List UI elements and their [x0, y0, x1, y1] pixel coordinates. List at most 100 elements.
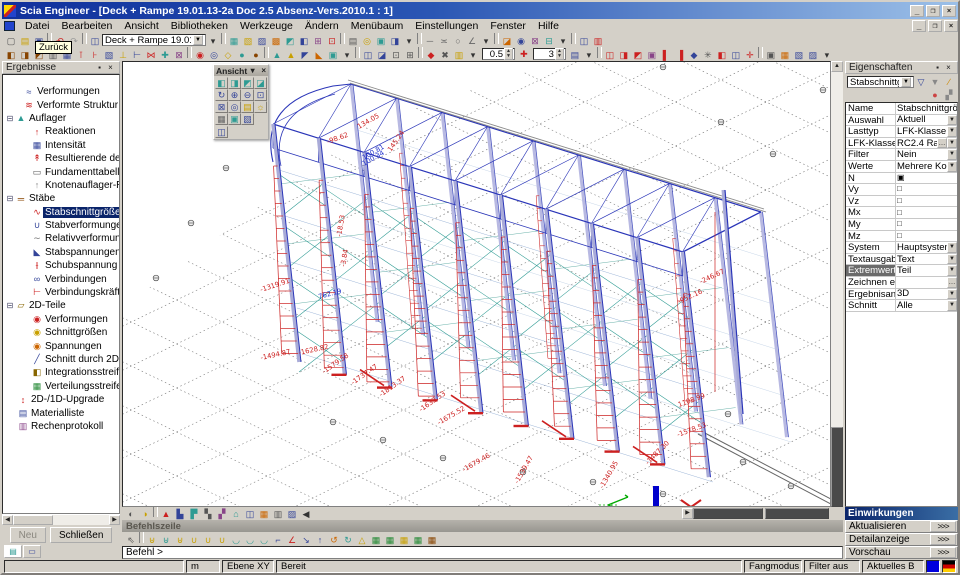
command-icon[interactable]: ◡: [243, 534, 257, 547]
toolbar-icon[interactable]: ●: [249, 49, 263, 62]
toolbar-icon[interactable]: ✚: [517, 48, 531, 61]
toolbar-icon[interactable]: ▣: [764, 49, 778, 62]
property-row[interactable]: N ▣: [846, 173, 957, 185]
command-icon[interactable]: ▦: [397, 534, 411, 547]
toolbar-icon[interactable]: ▲: [270, 49, 284, 62]
panel-tab-properties[interactable]: ▭: [23, 545, 41, 558]
close-icon[interactable]: ×: [258, 66, 269, 75]
view-tool-icon[interactable]: ↻: [215, 89, 228, 101]
dropdown-button[interactable]: ▼: [947, 126, 957, 137]
tree-item[interactable]: ◧ Integrationsstreifen: [3, 366, 119, 379]
tree-item[interactable]: ⫲ Schubspannung: [3, 259, 119, 272]
command-icon[interactable]: ▦: [425, 534, 439, 547]
toolbar-icon[interactable]: ⋈: [144, 49, 158, 62]
checkbox-icon[interactable]: □: [897, 184, 902, 194]
tree-item[interactable]: ◉ Verformungen: [3, 313, 119, 326]
toolbar-icon[interactable]: ◨: [617, 49, 631, 62]
close-icon[interactable]: ×: [105, 63, 116, 72]
toolbar-icon[interactable]: ▤: [568, 49, 582, 62]
menu-item[interactable]: Fenster: [484, 20, 532, 32]
toolbar-icon[interactable]: ⊞: [403, 49, 417, 62]
menu-item[interactable]: Ändern: [299, 20, 345, 32]
toolbar-icon[interactable]: ◎: [360, 35, 374, 48]
toolbar-icon[interactable]: ⊞: [311, 35, 325, 48]
command-icon[interactable]: ▦: [383, 534, 397, 547]
dropdown-button[interactable]: ▼: [947, 149, 957, 160]
mdi-restore-button[interactable]: ❐: [928, 20, 942, 32]
menu-item[interactable]: Hilfe: [532, 20, 565, 32]
tree-item[interactable]: ◉ Schnittgrößen: [3, 326, 119, 339]
checkbox-icon[interactable]: □: [897, 219, 902, 229]
property-row[interactable]: Extremwerte Teil ▼: [846, 265, 957, 277]
tree-item[interactable]: ∿ Stabschnittgrößen: [3, 206, 119, 219]
tree-item[interactable]: ↑ Knotenauflager-Resultierend: [3, 179, 119, 192]
tree-item[interactable]: ↑ Reaktionen: [3, 125, 119, 138]
view-tool-icon[interactable]: ▤: [241, 101, 254, 113]
command-icon[interactable]: △: [355, 534, 369, 547]
command-icon[interactable]: ⇖: [124, 534, 138, 547]
checkbox-icon[interactable]: □: [897, 208, 902, 218]
toolbar-icon[interactable]: [417, 33, 422, 44]
property-row[interactable]: System Hauptsystem ▼: [846, 242, 957, 254]
toolbar-icon[interactable]: ▾: [466, 49, 480, 62]
property-row[interactable]: Werte Mehrere Kompo ▼: [846, 161, 957, 173]
command-icon[interactable]: ∪: [201, 534, 215, 547]
ellipsis-button[interactable]: …: [947, 277, 957, 288]
view-tool-icon[interactable]: ◎: [228, 101, 241, 113]
mdi-close-button[interactable]: ×: [944, 20, 958, 32]
toolbar-icon[interactable]: ▤: [18, 35, 32, 48]
toolbar-icon[interactable]: ▧: [241, 35, 255, 48]
toolbar-icon[interactable]: ○: [451, 35, 465, 48]
toolbar-icon[interactable]: ▾: [206, 35, 220, 48]
toolbar-icon[interactable]: ◨: [388, 35, 402, 48]
toolbar-icon[interactable]: ◉: [193, 49, 207, 62]
new-button[interactable]: Neu: [10, 527, 46, 543]
toolbar-icon[interactable]: ⊢: [130, 49, 144, 62]
toolbar-icon[interactable]: ▥: [591, 35, 605, 48]
toolbar-icon[interactable]: ▦: [227, 35, 241, 48]
tree-item[interactable]: ∪ Stabverformungen: [3, 219, 119, 232]
toolbar-icon[interactable]: ✛: [743, 49, 757, 62]
action-button[interactable]: >>>: [930, 547, 956, 558]
toolbar-icon[interactable]: ─: [423, 35, 437, 48]
dropdown-button[interactable]: ▼: [947, 300, 957, 311]
close-icon[interactable]: ×: [943, 63, 954, 72]
toolbar-icon[interactable]: ≍: [437, 35, 451, 48]
view-tool-icon[interactable]: ⊖: [241, 89, 254, 101]
toolbar-icon[interactable]: ▾: [479, 35, 493, 48]
toolbar-icon[interactable]: ▨: [806, 49, 820, 62]
status-filter[interactable]: Filter aus: [804, 560, 860, 573]
toolbar-icon[interactable]: ◇: [221, 49, 235, 62]
view-tool-icon[interactable]: ◧: [215, 77, 228, 89]
view-tool-icon[interactable]: ▣: [228, 113, 241, 125]
toolbar-icon[interactable]: ▣: [374, 35, 388, 48]
view-tool-icon[interactable]: ⊡: [254, 89, 267, 101]
toolbar-icon[interactable]: ▣: [645, 49, 659, 62]
command-icon[interactable]: ↺: [327, 534, 341, 547]
tree-item[interactable]: ≈ Verformungen: [3, 85, 119, 98]
toolbar-icon[interactable]: ▧: [792, 49, 806, 62]
tree-item[interactable]: ⊟ ▲ Auflager: [3, 112, 119, 125]
command-icon[interactable]: ↘: [299, 534, 313, 547]
properties-tool-icon[interactable]: ●: [928, 89, 942, 102]
tree-item[interactable]: ⊢ Verbindungskräfte: [3, 286, 119, 299]
view-tool-icon[interactable]: ◨: [228, 77, 241, 89]
toolbar-icon[interactable]: ⊡: [389, 49, 403, 62]
command-icon[interactable]: ◡: [229, 534, 243, 547]
toolbar-icon[interactable]: [187, 47, 192, 58]
tree-item[interactable]: ╱ Schnitt durch 2D-Teil: [3, 353, 119, 366]
tree-item[interactable]: ◣ Stabspannungen: [3, 246, 119, 259]
toolbar-icon[interactable]: ▧: [102, 49, 116, 62]
property-row[interactable]: Vy □: [846, 184, 957, 196]
toolbar-icon[interactable]: ◎: [207, 49, 221, 62]
view-tool-icon[interactable]: ◪: [254, 77, 267, 89]
tree-item[interactable]: ◉ Spannungen: [3, 339, 119, 352]
property-row[interactable]: LFK-Klasse RC2.4 Rampe … ▼: [846, 138, 957, 150]
tree-expander-icon[interactable]: ⊟: [5, 114, 15, 123]
toolbar-icon[interactable]: ◪: [500, 35, 514, 48]
hscroll-thumb[interactable]: [765, 508, 829, 519]
dropdown-button[interactable]: ▼: [947, 242, 957, 253]
toolbar-icon[interactable]: [355, 47, 360, 58]
toolbar-icon[interactable]: ▐: [673, 49, 687, 62]
property-row[interactable]: Textausgabe Text ▼: [846, 254, 957, 266]
